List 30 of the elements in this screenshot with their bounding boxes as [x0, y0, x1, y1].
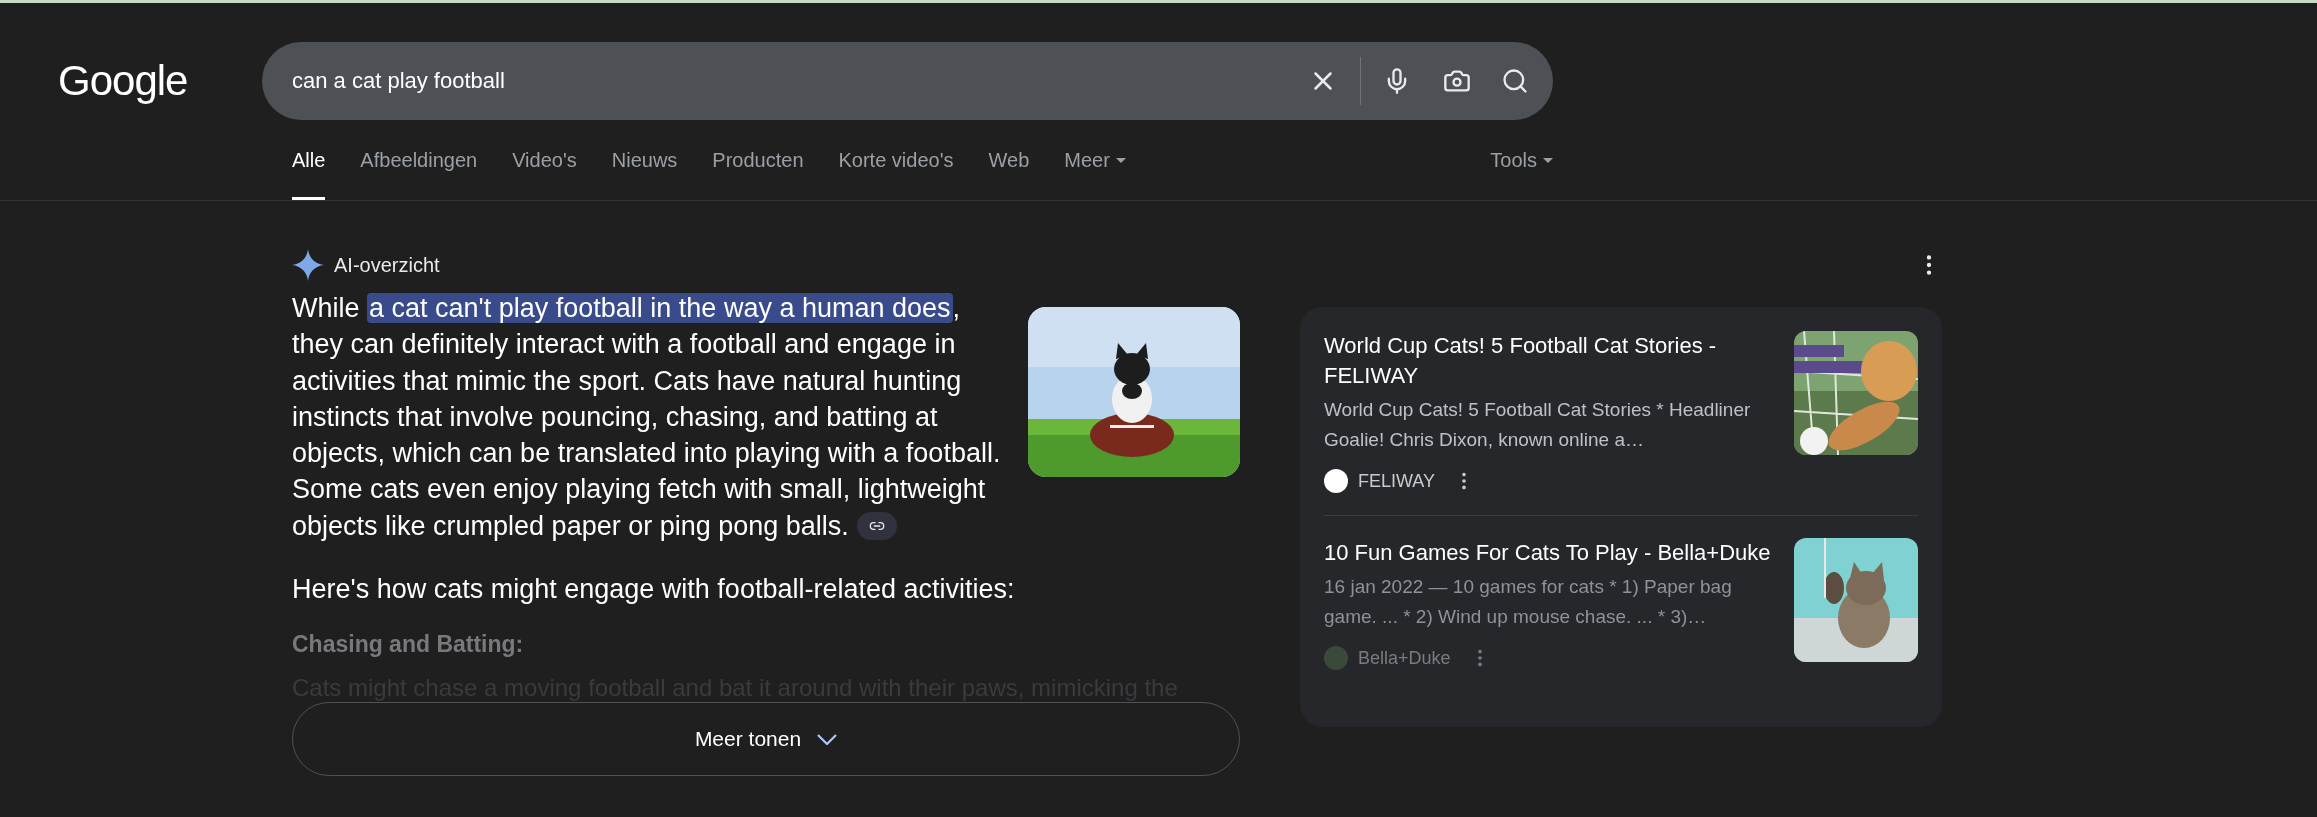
search-tab[interactable]: Video's: [512, 120, 577, 200]
site-logo-icon: [1324, 646, 1348, 670]
search-field[interactable]: can a cat play football: [262, 42, 1553, 120]
search-tab[interactable]: Web: [988, 120, 1030, 200]
link-button[interactable]: [856, 511, 897, 540]
source-title-link[interactable]: World Cup Cats! 5 Football Cat Stories - FELIWAY: [1324, 331, 1772, 391]
site-name: Bella+Duke: [1358, 647, 1451, 669]
site-name: FELIWAY: [1358, 470, 1435, 492]
intro-text: Here's how cats might engage with football-related activities:: [292, 574, 1016, 606]
more-menu[interactable]: Meer: [1064, 120, 1126, 200]
search-tab[interactable]: Producten: [712, 120, 804, 200]
chevron-down-icon: [817, 733, 838, 745]
show-more-button[interactable]: Meer tonen: [292, 702, 1240, 777]
answer-paragraph: While a cat can't play football in the way a human does, they can definitely interact with a football and engage in activities that mimic the sport. Cats have natural hunting instincts that involve pouncing, chasing, and batting at objects, which can be translated into playing with a football. Some cats even enjoy playing fetch with small, lightweight objects like crumpled paper or ping pong balls.: [292, 292, 1002, 543]
section-heading: Chasing and Batting:: [292, 631, 525, 659]
caret-icon: [1115, 157, 1126, 163]
logo[interactable]: Google: [0, 57, 262, 105]
source-snippet: World Cup Cats! 5 Football Cat Stories * Headliner Goalie! Chris Dixon, known online a…: [1324, 398, 1752, 452]
search-tab[interactable]: Afbeeldingen: [360, 120, 478, 200]
search-tab[interactable]: Korte video's: [838, 120, 954, 200]
tools-menu[interactable]: Tools: [1490, 120, 1553, 200]
ai-overview-title: AI-overzicht: [334, 253, 440, 277]
source-title-link[interactable]: 10 Fun Games For Cats To Play - Bella+Duke: [1324, 538, 1772, 568]
sparkle-icon: [292, 249, 324, 281]
source-snippet: 16 jan 2022 — 10 games for cats * 1) Paper bag game. ... * 2) Wind up mouse chase. ... * 3)…: [1324, 575, 1733, 629]
search-icon[interactable]: [1501, 67, 1529, 95]
caret-icon: [1543, 157, 1553, 163]
site-logo-icon: [1324, 469, 1348, 493]
search-tab[interactable]: Nieuws: [611, 120, 678, 200]
search-tab[interactable]: Alle: [292, 120, 326, 200]
